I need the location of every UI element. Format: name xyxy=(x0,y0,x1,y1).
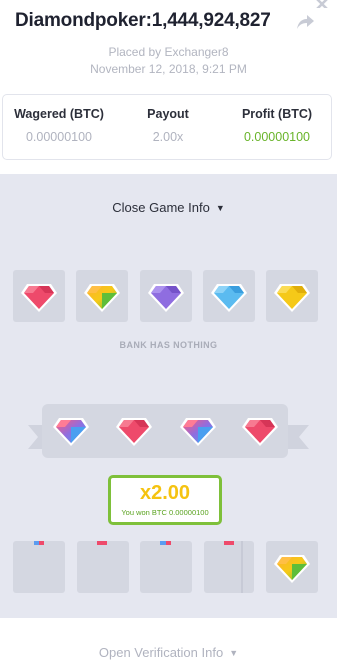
payout-value: 2.00x xyxy=(152,130,184,144)
won-text: You won BTC 0.00000100 xyxy=(121,508,209,517)
profit-label: Profit (BTC) xyxy=(241,107,313,121)
bank-status: BANK HAS NOTHING xyxy=(119,340,218,350)
placed-by: Placed by Exchanger8 xyxy=(108,45,229,59)
payout-stat: Payout 2.00x xyxy=(113,95,223,159)
chevron-down-icon: ▼ xyxy=(229,648,239,658)
timestamp: November 12, 2018, 9:21 PM xyxy=(90,62,247,76)
payout-label: Payout xyxy=(147,107,189,121)
close-icon[interactable] xyxy=(312,0,332,8)
blue-gem-icon xyxy=(211,284,247,312)
purple-blue-gem-icon xyxy=(53,418,89,446)
bank-slot-5 xyxy=(266,270,318,322)
open-verification-info-button[interactable]: Open Verification Info ▼ xyxy=(0,645,337,660)
yellow-green-gem-icon xyxy=(84,284,120,312)
purple-gem-icon xyxy=(148,284,184,312)
game-title: Diamondpoker:1,444,924,827 xyxy=(15,10,271,31)
red-gem-icon xyxy=(21,284,57,312)
wagered-label: Wagered (BTC) xyxy=(14,107,104,121)
bank-slot-1 xyxy=(13,270,65,322)
verification-label: Open Verification Info xyxy=(98,645,224,660)
close-game-info-button[interactable]: Close Game Info ▼ xyxy=(0,200,337,215)
dealer-slot-1 xyxy=(13,541,65,593)
wagered-value: 0.00000100 xyxy=(25,130,93,144)
purple-blue-gem-icon xyxy=(180,418,216,446)
bank-slot-3 xyxy=(140,270,192,322)
yellow-green-gem-icon xyxy=(274,555,310,583)
dealer-slot-4 xyxy=(204,541,254,593)
profit-value: 0.00000100 xyxy=(243,130,311,144)
dealer-slot-2 xyxy=(77,541,129,593)
bank-slot-2 xyxy=(76,270,128,322)
bet-stats-panel: Wagered (BTC) 0.00000100 Payout 2.00x Pr… xyxy=(2,94,332,160)
multiplier: x2.00 xyxy=(139,482,191,504)
dealer-slot-3 xyxy=(140,541,192,593)
yellow-gem-icon xyxy=(274,284,310,312)
wagered-stat: Wagered (BTC) 0.00000100 xyxy=(5,95,113,159)
red-gem-icon xyxy=(242,418,278,446)
share-arrow-icon[interactable] xyxy=(296,13,316,31)
chevron-down-icon: ▼ xyxy=(215,203,225,213)
profit-stat: Profit (BTC) 0.00000100 xyxy=(223,95,331,159)
win-result-card: x2.00 You won BTC 0.00000100 xyxy=(108,475,222,525)
close-game-info-label: Close Game Info xyxy=(112,200,210,215)
red-gem-icon xyxy=(116,418,152,446)
dealer-slot-5 xyxy=(266,541,318,593)
bank-slot-4 xyxy=(203,270,255,322)
